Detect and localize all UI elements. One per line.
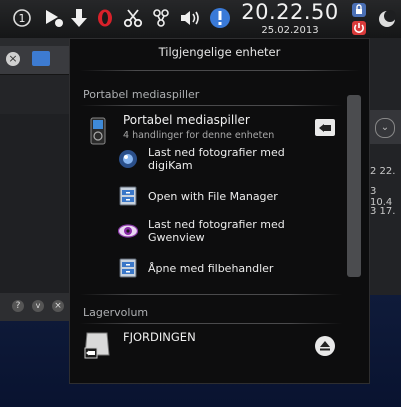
divider: [80, 294, 342, 295]
scrollbar[interactable]: [347, 95, 361, 277]
opera-icon[interactable]: [94, 6, 116, 30]
section-heading: Portabel mediaspiller: [83, 88, 200, 101]
eject-button[interactable]: [315, 336, 335, 356]
device-name[interactable]: FJORDINGEN: [123, 330, 196, 344]
clear-icon[interactable]: ×: [6, 52, 20, 66]
device-notifier-popup: Tilgjengelige enheter Portabel mediaspil…: [69, 38, 370, 384]
divider: [80, 323, 342, 324]
scissors-icon[interactable]: [122, 6, 144, 30]
device-action-item[interactable]: Open with File Manager: [118, 182, 278, 210]
svg-text:1: 1: [19, 12, 26, 25]
file-manager-icon: [118, 186, 138, 206]
drive-icon: [83, 331, 111, 359]
help-icon[interactable]: ?: [12, 300, 24, 312]
background-bottom-toolbar: ? v ×: [0, 293, 70, 321]
folder-icon[interactable]: [32, 51, 50, 66]
media-player-tray-icon[interactable]: [42, 6, 66, 30]
clock-date[interactable]: 25.02.2013: [250, 25, 330, 36]
activities-icon[interactable]: [376, 8, 398, 30]
network-icon[interactable]: [150, 6, 172, 30]
bg-row-text: 2 22.: [370, 166, 396, 177]
notification-count-icon[interactable]: 1: [10, 6, 34, 30]
background-toolbar: ×: [0, 46, 70, 74]
device-action-item[interactable]: Åpne med filbehandler: [118, 254, 273, 282]
action-label: Last ned fotografier med digiKam: [148, 146, 285, 172]
bg-row-text: 3 10.4: [370, 186, 393, 208]
eject-icon: [320, 341, 330, 351]
action-label: Last ned fotografier med Gwenview: [148, 218, 285, 244]
gwenview-icon: [118, 221, 138, 241]
device-name[interactable]: Portabel mediaspiller: [123, 113, 250, 127]
bg-row-text: 3 17.: [370, 206, 396, 217]
divider: [80, 70, 360, 71]
section-heading: Lagervolum: [83, 306, 149, 319]
action-label: Open with File Manager: [148, 189, 278, 203]
info-icon[interactable]: [208, 6, 232, 30]
device-subtitle: 4 handlinger for denne enheten: [123, 130, 275, 141]
chevron-down-icon[interactable]: ⌄: [375, 118, 395, 138]
clock-time[interactable]: 20.22.50: [240, 0, 340, 24]
popup-title: Tilgjengelige enheter: [158, 45, 281, 59]
download-arrow-icon[interactable]: [68, 6, 90, 30]
lock-screen-icon[interactable]: [350, 1, 368, 19]
media-player-icon: [90, 117, 106, 145]
volume-icon[interactable]: [178, 6, 202, 30]
top-panel: 1 20.22.50 25.02.2013: [0, 0, 401, 39]
digikam-icon: [118, 149, 138, 169]
divider: [80, 105, 342, 106]
device-action-item[interactable]: Last ned fotografier med Gwenview: [118, 217, 308, 245]
background-bar: [0, 74, 70, 115]
background-panel: [0, 114, 70, 294]
chevron-down-icon[interactable]: v: [32, 300, 44, 312]
file-manager-icon: [118, 258, 138, 278]
unmount-button[interactable]: [315, 119, 335, 136]
unmount-icon: [319, 123, 331, 132]
power-icon[interactable]: [350, 19, 368, 37]
device-action-item[interactable]: Last ned fotografier med digiKam: [118, 145, 308, 173]
close-icon[interactable]: ×: [52, 300, 64, 312]
action-label: Åpne med filbehandler: [148, 261, 274, 275]
